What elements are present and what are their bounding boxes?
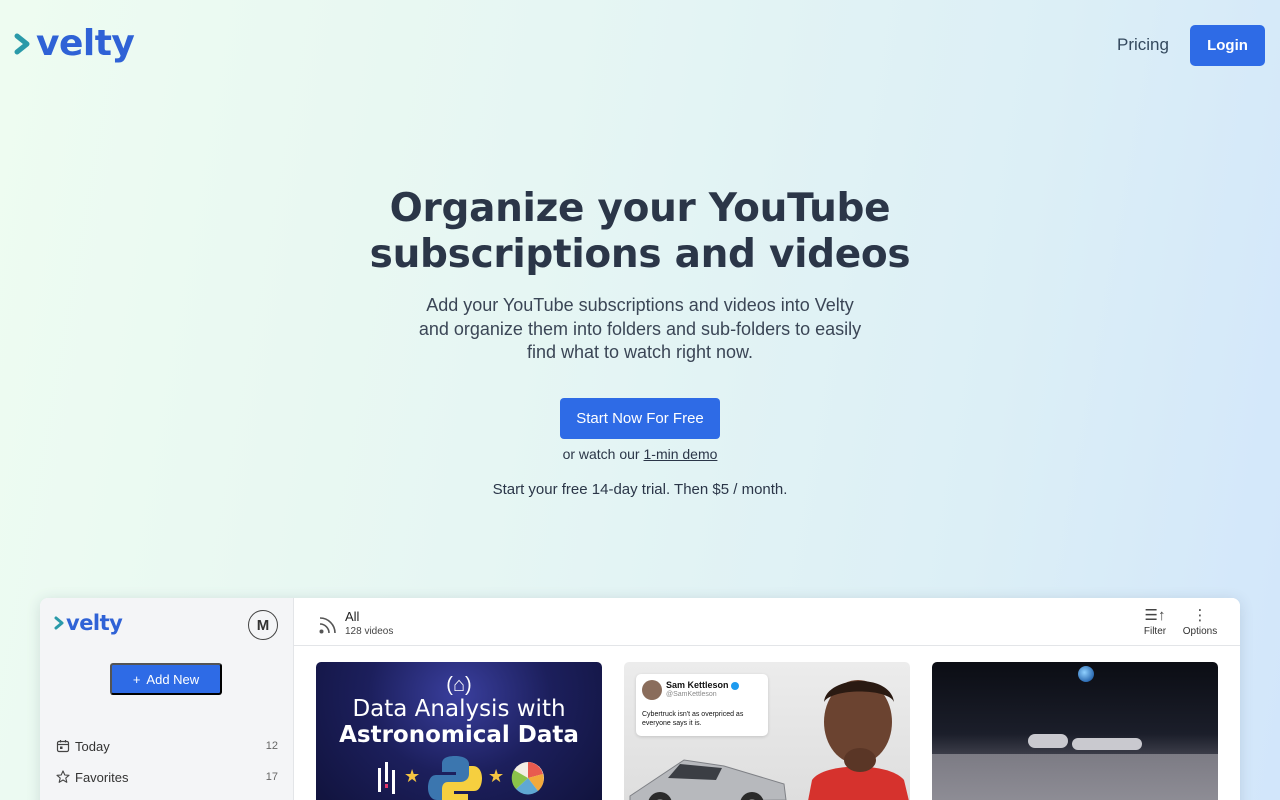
tweet-author: Sam Kettleson bbox=[666, 680, 739, 690]
thumbnail-title-line2: Astronomical Data bbox=[339, 722, 579, 748]
hero-subtitle: Add your YouTube subscriptions and video… bbox=[418, 295, 862, 362]
sidebar-item-label: Today bbox=[75, 738, 110, 754]
app-preview: velty M + Add New Today 12 Favorites 17 bbox=[40, 598, 1240, 800]
app-logo-text: velty bbox=[66, 611, 123, 635]
tweet-text: Cybertruck isn't as overpriced as everyo… bbox=[642, 711, 744, 727]
demo-line: or watch our 1-min demo bbox=[440, 446, 840, 462]
python-logo-icon bbox=[428, 756, 482, 800]
top-header: velty Pricing Login bbox=[0, 0, 1280, 90]
chart-wheel-icon bbox=[511, 762, 544, 795]
pandas-logo-icon bbox=[378, 762, 395, 794]
logo-text: velty bbox=[36, 23, 135, 64]
options-button[interactable]: ⋮ Options bbox=[1180, 607, 1220, 638]
hero-title: Organize your YouTube subscriptions and … bbox=[369, 186, 911, 277]
sidebar-item-today[interactable]: Today 12 bbox=[56, 734, 278, 758]
demo-prefix: or watch our bbox=[562, 446, 644, 462]
thumbnail-title-line1: Data Analysis with bbox=[352, 696, 566, 722]
moon-module bbox=[1028, 734, 1068, 748]
add-new-label: Add New bbox=[146, 671, 200, 687]
feed-count: 128 videos bbox=[345, 626, 394, 637]
tweet-handle: @SamKettleson bbox=[666, 691, 717, 698]
tweet-card: Sam Kettleson @SamKettleson Cybertruck i… bbox=[636, 674, 768, 736]
feed-header: All 128 videos ☰↑ Filter ⋮ Options bbox=[294, 598, 1240, 646]
sidebar-item-count: 17 bbox=[265, 771, 278, 783]
trial-text: Start your free 14-day trial. Then $5 / … bbox=[492, 481, 788, 498]
sidebar-item-favorites[interactable]: Favorites 17 bbox=[56, 765, 278, 789]
filter-sort-icon: ☰↑ bbox=[1144, 607, 1166, 624]
star-icon: ★ bbox=[404, 766, 421, 786]
avatar bbox=[642, 680, 662, 700]
moon-module bbox=[1072, 738, 1142, 750]
video-thumbnail-cybertruck[interactable]: Sam Kettleson @SamKettleson Cybertruck i… bbox=[624, 662, 910, 800]
plus-icon: + bbox=[132, 671, 141, 687]
sidebar-item-label: Favorites bbox=[75, 769, 129, 785]
avatar[interactable]: M bbox=[248, 610, 278, 640]
options-label: Options bbox=[1182, 626, 1218, 637]
earth-icon bbox=[1078, 666, 1094, 682]
moon-surface-image bbox=[932, 754, 1218, 800]
sidebar-item-count: 12 bbox=[265, 740, 278, 752]
more-vertical-icon: ⋮ bbox=[1192, 607, 1208, 624]
chevron-logo-icon bbox=[54, 616, 64, 630]
presenter-image bbox=[808, 680, 909, 800]
app-logo[interactable]: velty bbox=[54, 610, 123, 636]
start-free-button[interactable]: Start Now For Free bbox=[560, 398, 720, 439]
chevron-logo-icon bbox=[14, 33, 30, 55]
nav-pricing-link[interactable]: Pricing bbox=[1117, 35, 1169, 55]
velty-logo[interactable]: velty bbox=[14, 22, 135, 66]
filter-button[interactable]: ☰↑ Filter bbox=[1135, 607, 1175, 638]
verified-badge-icon bbox=[730, 681, 739, 690]
calendar-icon bbox=[56, 740, 70, 753]
rss-icon bbox=[319, 617, 336, 634]
login-button[interactable]: Login bbox=[1190, 25, 1265, 66]
feed-title: All bbox=[345, 609, 360, 624]
filter-label: Filter bbox=[1143, 626, 1167, 637]
app-sidebar: velty M + Add New Today 12 Favorites 17 bbox=[40, 598, 294, 800]
video-thumbnail-moon-base[interactable] bbox=[932, 662, 1218, 800]
star-icon: ★ bbox=[488, 766, 505, 786]
freecodecamp-logo: (⌂) bbox=[446, 674, 472, 696]
cybertruck-image bbox=[629, 759, 787, 800]
add-new-button[interactable]: + Add New bbox=[110, 663, 222, 695]
star-icon bbox=[56, 770, 70, 783]
demo-link[interactable]: 1-min demo bbox=[644, 446, 718, 462]
video-thumbnail-data-analysis[interactable]: (⌂) Data Analysis with Astronomical Data… bbox=[316, 662, 602, 800]
